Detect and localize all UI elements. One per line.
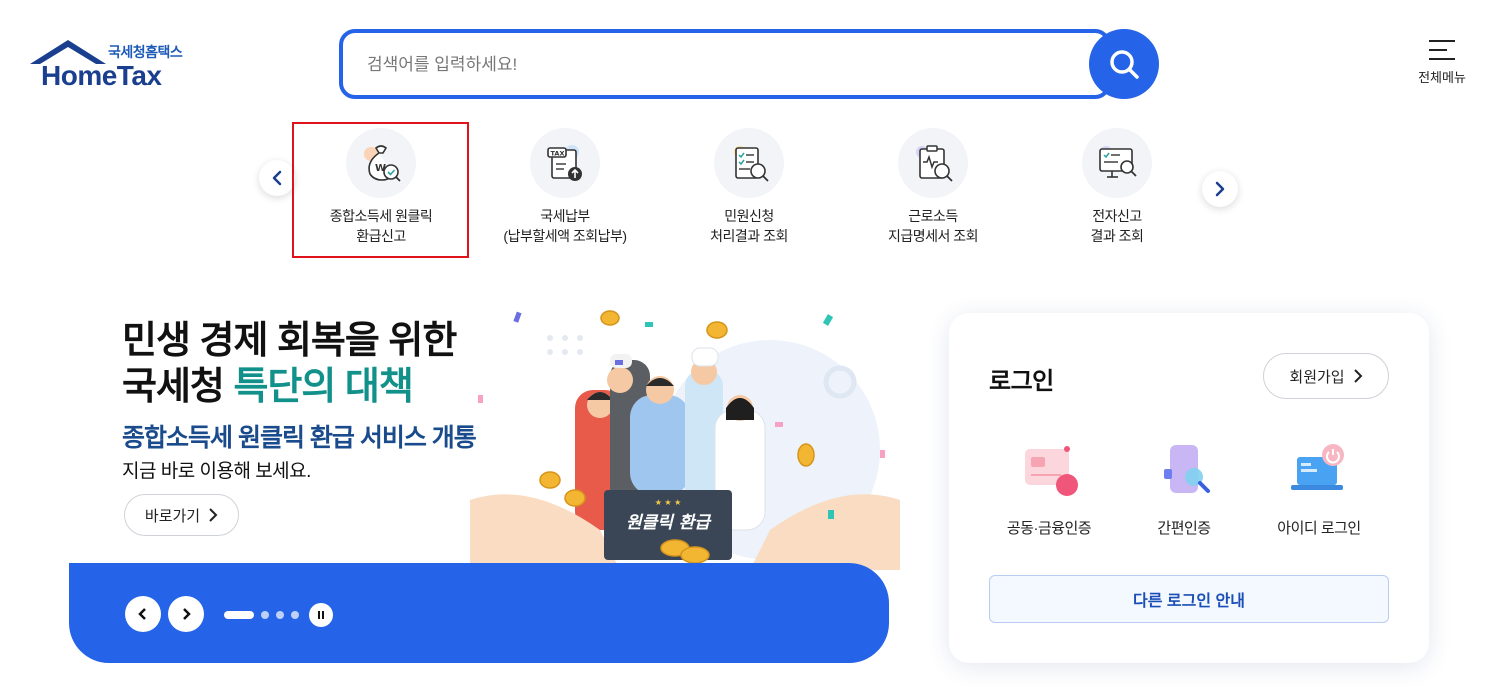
- checklist-search-icon: [714, 128, 784, 198]
- login-title: 로그인: [989, 368, 1054, 395]
- slide-indicator[interactable]: [224, 611, 254, 619]
- clipboard-search-icon: [898, 128, 968, 198]
- highlight-box: [292, 122, 469, 258]
- laptop-power-icon: [1287, 441, 1351, 501]
- quick-menu-item-civil-petition[interactable]: 민원신청 처리결과 조회: [659, 128, 839, 246]
- banner-title: 민생 경제 회복을 위한 국세청 특단의 대책: [122, 320, 457, 408]
- certificate-card-icon: [1017, 441, 1081, 501]
- quick-menu-label: 민원신청 처리결과 조회: [710, 208, 788, 244]
- monitor-search-icon: [1082, 128, 1152, 198]
- login-panel: 로그인 회원가입 공동·금융인증 간편인증 아이디 로그인 다른 로그인 안내: [949, 313, 1429, 663]
- svg-text:TAX: TAX: [551, 150, 565, 158]
- quick-menu-label: 전자신고 결과 조회: [1090, 208, 1144, 244]
- slide-indicator[interactable]: [276, 611, 284, 619]
- chevron-right-icon: [183, 608, 191, 620]
- quick-menu-next-button[interactable]: [1202, 171, 1238, 207]
- logo-wordmark: HomeTax: [41, 60, 162, 91]
- quick-menu-item-e-filing-result[interactable]: 전자신고 결과 조회: [1027, 128, 1207, 246]
- full-menu-label: 전체메뉴: [1418, 70, 1466, 85]
- chevron-right-icon: [209, 508, 218, 522]
- search-bar: [339, 29, 1159, 99]
- search-input[interactable]: [367, 51, 1067, 79]
- quick-menu-label: 근로소득 지급명세서 조회: [887, 208, 979, 244]
- quick-menu-prev-button[interactable]: [259, 160, 295, 196]
- slide-indicator[interactable]: [261, 611, 269, 619]
- pause-icon: [318, 611, 324, 619]
- go-button[interactable]: 바로가기: [124, 494, 239, 536]
- chevron-left-icon: [138, 608, 146, 620]
- banner-pause-button[interactable]: [309, 603, 333, 627]
- quick-menu-label: 국세납부 (납부할세액 조회납부): [503, 208, 627, 244]
- banner-subtitle: 종합소득세 원클릭 환급 서비스 개통: [122, 424, 477, 452]
- banner-sign-text: 원클릭 환급: [626, 513, 712, 533]
- banner-prev-button[interactable]: [125, 596, 161, 632]
- hamburger-icon: [1429, 40, 1455, 60]
- logo-subtitle: 국세청홈택스: [108, 44, 183, 60]
- login-option-id-login[interactable]: 아이디 로그인: [1254, 441, 1384, 538]
- svg-text:★ ★ ★: ★ ★ ★: [655, 498, 682, 507]
- quick-menu-item-tax-payment[interactable]: TAX 국세납부 (납부할세액 조회납부): [475, 128, 655, 246]
- chevron-right-icon: [1353, 369, 1363, 383]
- search-button[interactable]: [1089, 29, 1159, 99]
- tax-document-upload-icon: TAX: [530, 128, 600, 198]
- search-box: [339, 29, 1111, 99]
- banner-next-button[interactable]: [168, 596, 204, 632]
- login-option-certificate[interactable]: 공동·금융인증: [984, 441, 1114, 538]
- search-icon: [1110, 50, 1139, 79]
- hometax-logo[interactable]: 국세청홈택스 HomeTax: [28, 38, 193, 94]
- full-menu-button[interactable]: 전체메뉴: [1410, 40, 1474, 94]
- banner-description: 지금 바로 이용해 보세요.: [122, 461, 311, 482]
- slide-indicator[interactable]: [291, 611, 299, 619]
- login-option-simple-auth[interactable]: 간편인증: [1119, 441, 1249, 538]
- phone-search-icon: [1152, 441, 1216, 501]
- banner-illustration: ★ ★ ★ 원클릭 환급: [470, 310, 900, 570]
- other-login-guide-button[interactable]: 다른 로그인 안내: [989, 575, 1389, 623]
- signup-label: 회원가입: [1289, 368, 1345, 386]
- chevron-left-icon: [272, 170, 282, 186]
- chevron-right-icon: [1215, 181, 1225, 197]
- signup-button[interactable]: 회원가입: [1263, 353, 1389, 399]
- go-button-label: 바로가기: [144, 507, 201, 525]
- quick-menu-item-payment-statement[interactable]: 근로소득 지급명세서 조회: [843, 128, 1023, 246]
